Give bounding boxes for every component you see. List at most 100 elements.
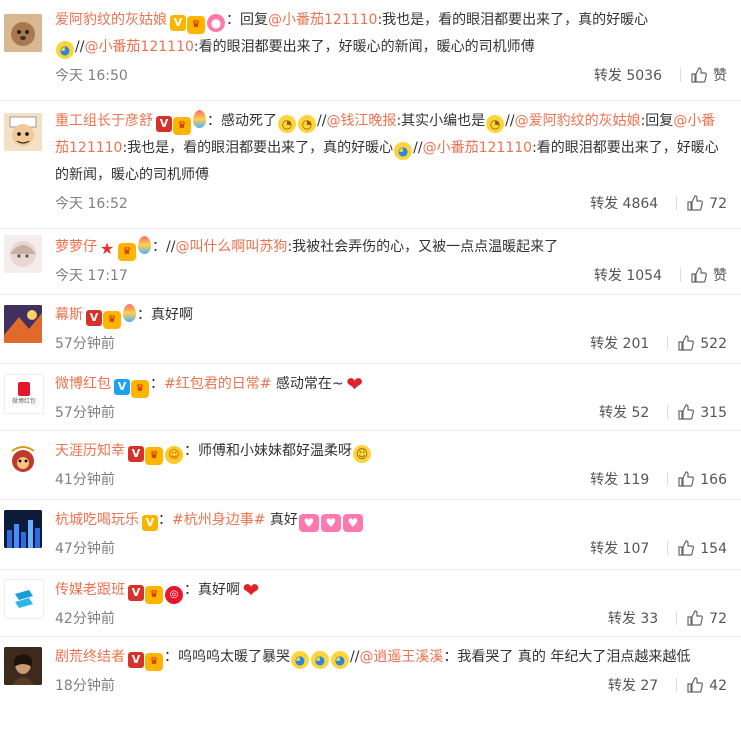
like-button[interactable]: 赞: [691, 67, 727, 84]
comment-text: :我被社会弄伤的心，又被一点点温暖起来了: [287, 239, 559, 255]
username[interactable]: 爱阿豹纹的灰姑娘: [55, 12, 167, 28]
topic-link[interactable]: #杭州身边事#: [172, 512, 265, 528]
topic-link[interactable]: #红包君的日常#: [164, 376, 271, 392]
mention-link[interactable]: @爱阿豹纹的灰姑娘: [515, 113, 641, 129]
avatar[interactable]: [4, 235, 42, 273]
repost-button[interactable]: 转发 33: [608, 611, 658, 627]
portrait-avatar-icon: [4, 647, 42, 685]
avatar[interactable]: [4, 14, 42, 52]
actions: 转发 52 315: [599, 398, 727, 428]
thumbs-up-icon: [678, 404, 695, 420]
mention-link[interactable]: @小番茄121110: [84, 39, 193, 55]
repost-count: 201: [622, 336, 650, 352]
mention-link[interactable]: @钱江晚报: [326, 113, 396, 129]
avatar[interactable]: [4, 647, 42, 685]
repost-button[interactable]: 转发 201: [590, 336, 649, 352]
comment-item: 剧荒终结者 V ♛ ：呜呜呜太暖了暴哭 ◕ ◕ ◕//@逍遥王溪溪：我看哭了 真的 年纪大了…: [0, 637, 741, 729]
comment-meta: 今天 17:17 转发 1054 赞: [55, 261, 741, 291]
comment-body: 幕斯 V ♛ ：真好啊: [55, 295, 741, 329]
divider: [667, 336, 669, 350]
like-button[interactable]: 72: [687, 610, 727, 627]
like-button[interactable]: 赞: [691, 267, 727, 284]
avatar[interactable]: [4, 510, 42, 548]
repost-button[interactable]: 转发 5036: [594, 68, 662, 84]
comment-meta: 57分钟前 转发 201 522: [55, 329, 741, 359]
verified-blue-icon: V: [114, 379, 130, 395]
thumbs-up-icon: [678, 471, 695, 487]
like-count: 72: [709, 611, 727, 627]
repost-button[interactable]: 转发 27: [608, 678, 658, 694]
like-button[interactable]: 72: [687, 195, 727, 212]
comment-text: ：师傅和小妹妹都好温柔呀: [184, 443, 352, 459]
like-button[interactable]: 166: [678, 471, 727, 488]
comment-meta: 42分钟前 转发 33 72: [55, 604, 741, 634]
avatar[interactable]: [4, 305, 42, 343]
divider: [680, 68, 681, 82]
mention-link[interactable]: @逍遥王溪溪: [359, 649, 443, 665]
kiss-face-icon: ☺: [353, 445, 371, 463]
repost-button[interactable]: 转发 119: [590, 472, 649, 488]
username[interactable]: 杭城吃喝玩乐: [55, 512, 139, 528]
sad-face-icon: ◔: [486, 115, 505, 133]
repost-label: 转发: [593, 68, 622, 84]
comment-text: ：我看哭了 真的 年纪大了泪点越来越低: [443, 649, 691, 665]
username[interactable]: 微博红包: [55, 376, 111, 392]
repost-button[interactable]: 转发 52: [599, 405, 649, 421]
repost-button[interactable]: 转发 107: [590, 541, 649, 557]
username[interactable]: 幕斯: [55, 307, 83, 323]
comment-text: ：: [150, 376, 164, 392]
thumbs-up-icon: [687, 195, 704, 211]
repost-count: 52: [631, 405, 650, 421]
comment-body: 传媒老跟班 V ♛ ◎ ：真好啊 ❤: [55, 570, 741, 604]
sun-badge-icon: ☺: [165, 446, 183, 464]
repost-count: 107: [622, 541, 650, 557]
verified-red-icon: V: [128, 446, 144, 462]
vip-crown-icon: ♛: [145, 586, 163, 604]
comment-text: ：真好啊: [184, 582, 240, 598]
like-count: 赞: [713, 268, 727, 284]
vip-crown-icon: ♛: [173, 117, 191, 135]
repost-label: 转发: [607, 678, 636, 694]
thumbs-up-icon: [691, 67, 707, 83]
comment-item: 天涯历知幸 V ♛ ☺ ：师傅和小妹妹都好温柔呀 ☺ 41分钟前 转发 119 166: [0, 431, 741, 500]
repost-button[interactable]: 转发 4864: [590, 196, 658, 212]
comment-body: 剧荒终结者 V ♛ ：呜呜呜太暖了暴哭 ◕ ◕ ◕//@逍遥王溪溪：我看哭了 真的 年纪大了…: [55, 637, 741, 671]
like-count: 522: [700, 336, 727, 352]
comment-text: :我也是，看的眼泪都要出来了，真的好暖心: [122, 140, 394, 156]
avatar-caption: 微博红包: [11, 398, 36, 405]
like-button[interactable]: 522: [678, 335, 727, 352]
avatar[interactable]: [4, 441, 42, 479]
hearts-icon: ♥: [298, 514, 319, 532]
like-button[interactable]: 42: [687, 677, 727, 694]
username[interactable]: 萝萝仔: [55, 239, 97, 255]
mention-link[interactable]: @小番茄121110: [423, 140, 532, 156]
username[interactable]: 重工组长于彦舒: [55, 113, 153, 129]
avatar[interactable]: 微博红包: [4, 374, 44, 414]
comment-item: 萝萝仔 ★ ♛ ：//@叫什么啊叫苏狗:我被社会弄伤的心，又被一点点温暖起来了 今天 …: [0, 229, 741, 295]
repost-button[interactable]: 转发 1054: [594, 268, 662, 284]
username[interactable]: 剧荒终结者: [55, 649, 125, 665]
timestamp: 18分钟前: [55, 678, 115, 694]
actions: 转发 27 42: [608, 671, 727, 701]
avatar[interactable]: [4, 579, 44, 619]
reply-prefix: ：回复: [226, 12, 268, 28]
like-button[interactable]: 315: [678, 404, 727, 421]
verified-red-icon: V: [128, 652, 144, 668]
separator: //: [413, 140, 423, 156]
actions: 转发 1054 赞: [594, 261, 727, 291]
actions: 转发 119 166: [590, 465, 727, 495]
mention-link[interactable]: @叫什么啊叫苏狗: [175, 239, 287, 255]
username[interactable]: 传媒老跟班: [55, 582, 125, 598]
divider: [667, 405, 669, 419]
timestamp: 57分钟前: [55, 336, 115, 352]
sad-face-icon: ◔: [298, 115, 316, 133]
like-button[interactable]: 154: [678, 540, 727, 557]
balloon-icon: [123, 304, 136, 322]
like-count: 315: [700, 405, 727, 421]
repost-count: 5036: [626, 68, 662, 84]
comment-text: 真好: [265, 512, 298, 528]
mention-link[interactable]: @小番茄121110: [268, 12, 377, 28]
cartoon-face-avatar-icon: [4, 113, 42, 151]
avatar[interactable]: [4, 113, 42, 151]
username[interactable]: 天涯历知幸: [55, 443, 125, 459]
